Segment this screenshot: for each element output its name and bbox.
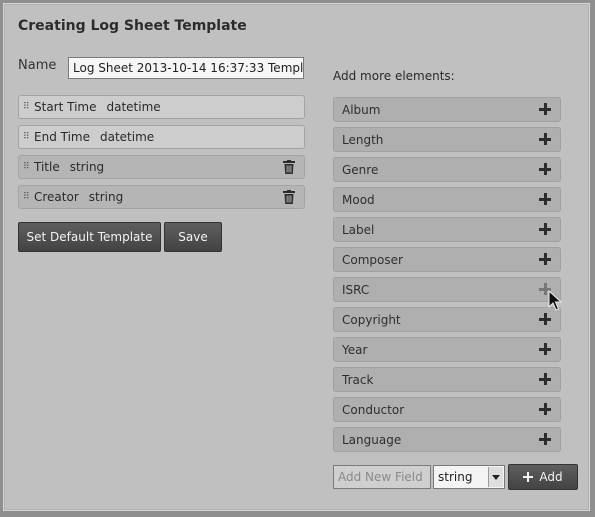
- element-label: ISRC: [342, 282, 370, 297]
- drag-handle-icon[interactable]: ⠿: [23, 102, 33, 112]
- add-button[interactable]: Add: [508, 464, 578, 490]
- plus-icon[interactable]: [539, 223, 551, 235]
- element-language[interactable]: Language: [333, 427, 561, 452]
- dialog-title: Creating Log Sheet Template: [18, 18, 247, 34]
- chevron-down-icon[interactable]: [488, 467, 503, 487]
- name-label: Name: [18, 58, 57, 73]
- plus-icon[interactable]: [539, 163, 551, 175]
- save-button[interactable]: Save: [164, 222, 222, 252]
- plus-icon[interactable]: [539, 193, 551, 205]
- element-track[interactable]: Track: [333, 367, 561, 392]
- element-label: Mood: [342, 192, 375, 207]
- element-length[interactable]: Length: [333, 127, 561, 152]
- field-title[interactable]: ⠿ Title string: [18, 155, 305, 179]
- element-label: Label: [342, 222, 375, 237]
- element-label: Genre: [342, 162, 379, 177]
- new-field-input[interactable]: Add New Field: [333, 465, 431, 489]
- name-input[interactable]: Log Sheet 2013-10-14 16:37:33 Template: [68, 57, 304, 79]
- element-label: Language: [342, 432, 402, 447]
- field-label: Title: [34, 160, 60, 174]
- element-genre[interactable]: Genre: [333, 157, 561, 182]
- element-mood[interactable]: Mood: [333, 187, 561, 212]
- plus-icon[interactable]: [539, 433, 551, 445]
- plus-icon[interactable]: [539, 343, 551, 355]
- drag-handle-icon[interactable]: ⠿: [23, 192, 33, 202]
- field-type: string: [88, 190, 124, 204]
- element-label: Length: [342, 132, 384, 147]
- plus-icon[interactable]: [539, 373, 551, 385]
- set-default-template-button[interactable]: Set Default Template: [18, 222, 161, 252]
- element-year[interactable]: Year: [333, 337, 561, 362]
- element-copyright[interactable]: Copyright: [333, 307, 561, 332]
- element-label-item[interactable]: Label: [333, 217, 561, 242]
- element-album[interactable]: Album: [333, 97, 561, 122]
- element-label: Copyright: [342, 312, 401, 327]
- mouse-cursor-icon: [548, 290, 562, 311]
- plus-icon[interactable]: [539, 313, 551, 325]
- trash-icon[interactable]: [283, 190, 295, 204]
- field-type: datetime: [100, 130, 155, 144]
- element-composer[interactable]: Composer: [333, 247, 561, 272]
- drag-handle-icon[interactable]: ⠿: [23, 132, 33, 142]
- field-end-time[interactable]: ⠿ End Time datetime: [18, 125, 305, 149]
- field-type-select[interactable]: string: [433, 465, 505, 489]
- plus-icon[interactable]: [539, 133, 551, 145]
- field-type: string: [69, 160, 105, 174]
- field-type: datetime: [106, 100, 161, 114]
- element-conductor[interactable]: Conductor: [333, 397, 561, 422]
- element-label: Conductor: [342, 402, 405, 417]
- add-more-label: Add more elements:: [333, 69, 455, 83]
- drag-handle-icon[interactable]: ⠿: [23, 162, 33, 172]
- field-creator[interactable]: ⠿ Creator string: [18, 185, 305, 209]
- element-label: Track: [342, 372, 374, 387]
- plus-icon[interactable]: [539, 103, 551, 115]
- plus-icon[interactable]: [539, 403, 551, 415]
- trash-icon[interactable]: [283, 160, 295, 174]
- element-label: Year: [342, 342, 368, 357]
- add-button-label: Add: [539, 470, 563, 484]
- field-label: End Time: [34, 130, 90, 144]
- field-label: Creator: [34, 190, 79, 204]
- field-start-time[interactable]: ⠿ Start Time datetime: [18, 95, 305, 119]
- plus-icon: [523, 472, 534, 482]
- field-label: Start Time: [34, 100, 97, 114]
- template-dialog: Creating Log Sheet Template Name Log She…: [3, 3, 590, 511]
- element-isrc[interactable]: ISRC: [333, 277, 561, 302]
- plus-icon[interactable]: [539, 253, 551, 265]
- element-label: Composer: [342, 252, 403, 267]
- field-type-selected: string: [438, 470, 473, 484]
- element-label: Album: [342, 102, 381, 117]
